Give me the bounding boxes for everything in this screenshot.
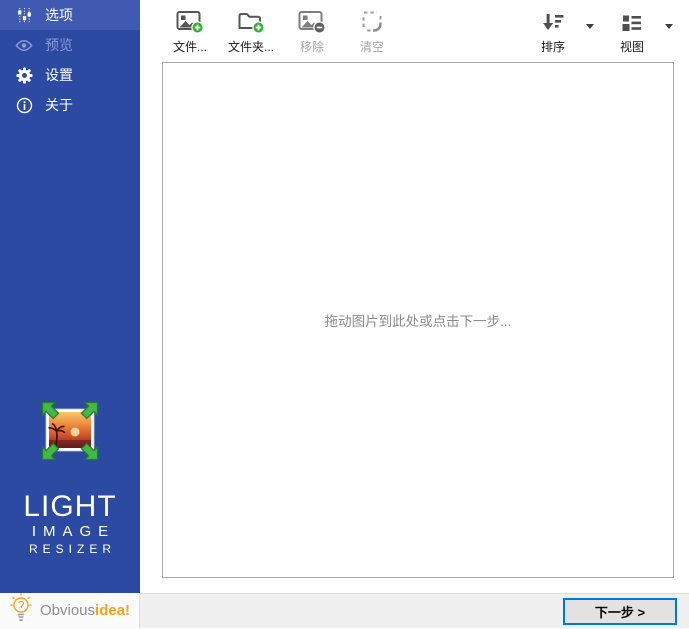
next-button[interactable]: 下一步 > xyxy=(563,598,677,625)
toolbar-button-label: 文件... xyxy=(172,40,207,54)
chevron-down-icon[interactable] xyxy=(665,24,673,29)
obviousidea-logo-text[interactable]: Obviousidea! xyxy=(40,602,130,619)
folder-add-icon xyxy=(237,10,265,34)
brand-line-image: IMAGE xyxy=(31,523,116,540)
brand-line-light: LIGHT xyxy=(23,490,117,523)
eye-icon xyxy=(15,36,33,54)
toolbar: 文件... 文件夹... 移除 清空 排序 视图 xyxy=(140,0,689,62)
bottom-bar: 下一步 > xyxy=(140,593,689,628)
gear-icon xyxy=(15,66,33,84)
toolbar-right-group: 排序 视图 xyxy=(527,8,675,57)
app-logo xyxy=(38,400,102,462)
sidebar-item-label: 预览 xyxy=(45,37,73,53)
toolbar-button-label: 视图 xyxy=(619,40,644,54)
add-files-button[interactable]: 文件... xyxy=(164,8,216,57)
toolbar-button-label: 移除 xyxy=(300,40,325,54)
image-drop-zone[interactable]: 拖动图片到此处或点击下一步... xyxy=(162,62,674,578)
list-view-icon xyxy=(621,10,643,34)
sidebar-item-label: 设置 xyxy=(45,67,73,83)
brand-wordmark: LIGHT IMAGE RESIZER xyxy=(0,490,140,557)
add-folder-button[interactable]: 文件夹... xyxy=(224,8,278,57)
picture-remove-icon xyxy=(298,10,326,34)
remove-button: 移除 xyxy=(286,8,338,57)
sidebar-item-options[interactable]: 选项 xyxy=(0,0,140,30)
sort-descending-icon xyxy=(541,10,565,34)
chevron-down-icon[interactable] xyxy=(586,24,594,29)
drop-hint-text: 拖动图片到此处或点击下一步... xyxy=(324,314,512,329)
obviousidea-text-gray: Obvious xyxy=(40,602,96,619)
toolbar-button-label: 排序 xyxy=(540,40,565,54)
sort-dropdown[interactable]: 排序 xyxy=(527,8,596,57)
clear-button: 清空 xyxy=(346,8,398,57)
toolbar-button-label: 清空 xyxy=(360,40,385,54)
sidebar: 选项 预览 设置 关于 LIGHT IMAGE RESIZER xyxy=(0,0,140,593)
sidebar-item-preview: 预览 xyxy=(0,30,140,60)
lightbulb-icon xyxy=(6,592,36,629)
view-dropdown[interactable]: 视图 xyxy=(606,8,675,57)
obviousidea-text-orange: idea! xyxy=(95,602,131,619)
sidebar-item-settings[interactable]: 设置 xyxy=(0,60,140,90)
picture-add-icon xyxy=(176,10,204,34)
sort-button[interactable]: 排序 xyxy=(527,8,579,57)
view-button[interactable]: 视图 xyxy=(606,8,658,57)
obviousidea-footer: Obviousidea! xyxy=(0,593,140,628)
sliders-icon xyxy=(15,6,33,24)
sidebar-item-label: 选项 xyxy=(45,7,73,23)
sidebar-item-about[interactable]: 关于 xyxy=(0,90,140,120)
toolbar-button-label: 文件夹... xyxy=(228,40,275,54)
brand-line-resizer: RESIZER xyxy=(28,542,116,556)
info-icon xyxy=(15,96,33,114)
sidebar-item-label: 关于 xyxy=(45,97,73,113)
clear-selection-icon xyxy=(360,10,384,34)
